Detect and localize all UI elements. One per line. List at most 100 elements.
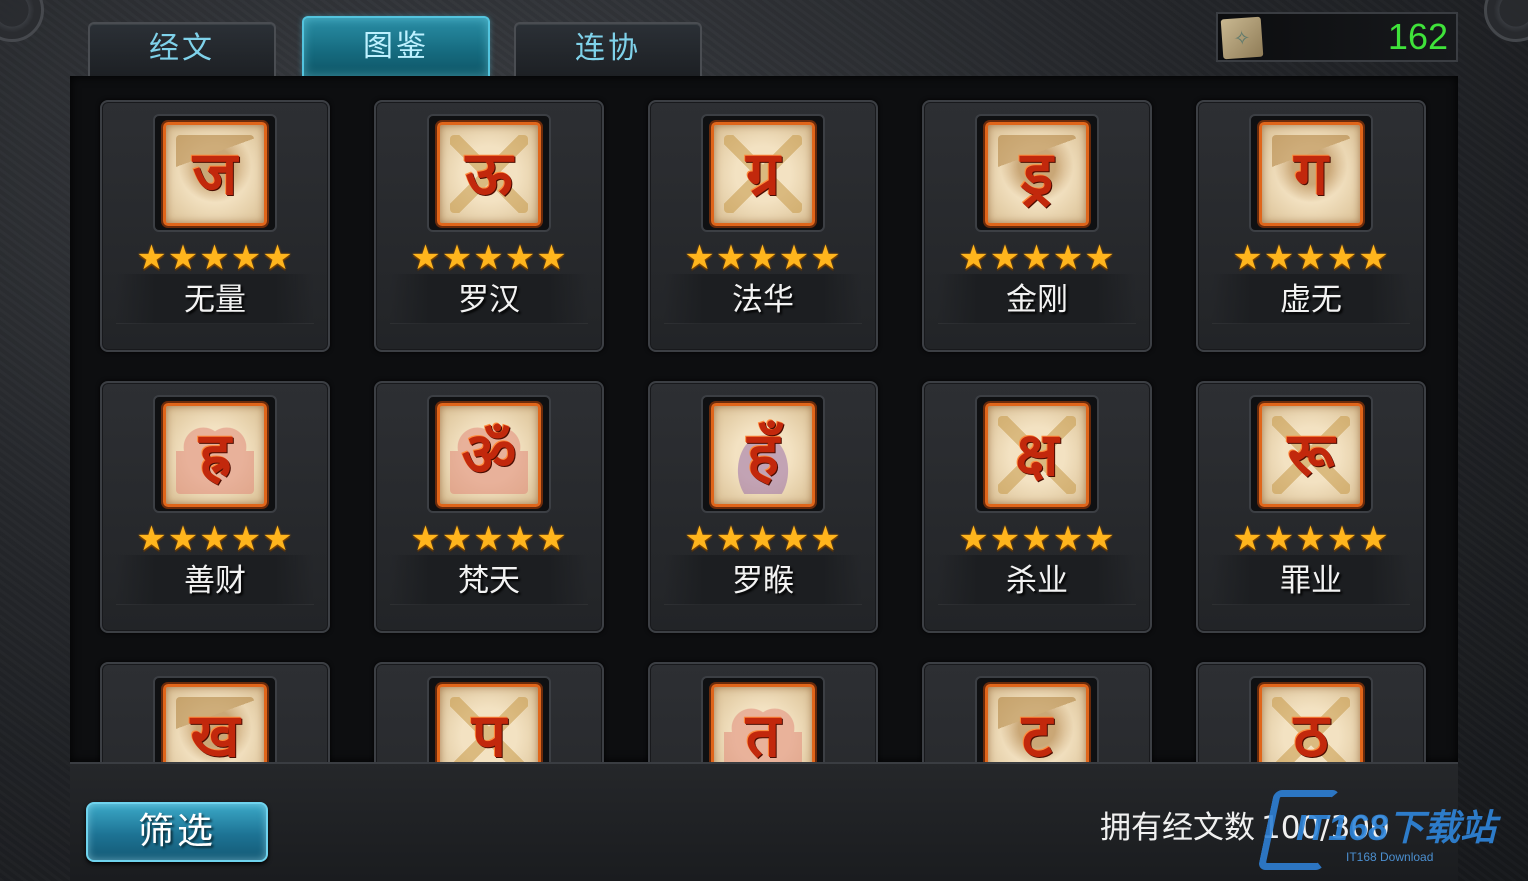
- star-icon: ★: [1232, 238, 1264, 278]
- star-icon: ★: [1084, 519, 1116, 559]
- scripture-card[interactable]: प: [374, 662, 604, 762]
- star-icon: ★: [810, 519, 842, 559]
- star-icon: ★: [262, 238, 294, 278]
- star-icon: ★: [989, 519, 1022, 559]
- watermark-subtext: IT168 Download: [1346, 850, 1434, 864]
- watermark: IT168下载站 IT168 Download: [1257, 790, 1518, 872]
- collection-grid[interactable]: ज ★★★★★ 无量 ऊ ★★★★★ 罗汉 ग्र ★★★★★ 法华 ड्र ★★★★★ 金刚 ग ★★★…: [70, 76, 1458, 762]
- scripture-card[interactable]: ख: [100, 662, 330, 762]
- rune-glyph: क्ष: [1015, 420, 1059, 490]
- star-icon: ★: [989, 238, 1022, 278]
- sanskrit-rune-icon: ग्र: [711, 122, 815, 226]
- star-icon: ★: [684, 519, 716, 559]
- icon-frame: ॐ: [427, 395, 551, 513]
- icon-frame: रू: [1249, 395, 1373, 513]
- star-icon: ★: [473, 519, 505, 559]
- star-icon: ★: [536, 519, 568, 559]
- scripture-name: 无量: [184, 282, 246, 318]
- sanskrit-rune-icon: त: [711, 684, 815, 762]
- rune-glyph: ज: [192, 139, 238, 209]
- star-icon: ★: [230, 238, 263, 278]
- star-icon: ★: [1263, 519, 1296, 559]
- star-icon: ★: [1295, 519, 1327, 559]
- star-rating: ★★★★★: [102, 240, 328, 276]
- star-icon: ★: [715, 519, 748, 559]
- watermark-text: IT168下载站: [1296, 807, 1497, 848]
- scripture-name: 法华: [732, 282, 794, 318]
- sanskrit-rune-icon: ट: [985, 684, 1089, 762]
- star-icon: ★: [1021, 519, 1053, 559]
- tab-collection[interactable]: 图鉴: [302, 16, 490, 76]
- rune-glyph: रू: [1287, 420, 1335, 490]
- star-icon: ★: [1084, 238, 1116, 278]
- game-background: 经文 图鉴 连协 ✧ 162 ज ★★★★★ 无量 ऊ ★★★★★ 罗汉 ग्र ★★★★★ 法…: [0, 0, 1528, 881]
- scripture-card[interactable]: रू ★★★★★ 罪业: [1196, 381, 1426, 633]
- star-icon: ★: [136, 519, 168, 559]
- icon-frame: ऊ: [427, 114, 551, 232]
- scripture-name: 金刚: [1006, 282, 1068, 318]
- rune-glyph: ॐ: [461, 420, 517, 490]
- rune-glyph: ट: [1021, 701, 1053, 762]
- star-rating: ★★★★★: [376, 521, 602, 557]
- scripture-name: 虚无: [1280, 282, 1342, 318]
- rune-glyph: ग: [1294, 139, 1328, 209]
- scripture-card[interactable]: ह्र ★★★★★ 善财: [100, 381, 330, 633]
- rune-glyph: ख: [190, 701, 240, 762]
- star-icon: ★: [230, 519, 263, 559]
- star-icon: ★: [715, 238, 748, 278]
- rune-glyph: ह्र: [199, 420, 231, 490]
- scripture-name: 善财: [184, 563, 246, 599]
- sanskrit-rune-icon: ऊ: [437, 122, 541, 226]
- icon-frame: ग्र: [701, 114, 825, 232]
- scripture-card[interactable]: ड्र ★★★★★ 金刚: [922, 100, 1152, 352]
- scripture-card[interactable]: क्ष ★★★★★ 杀业: [922, 381, 1152, 633]
- star-icon: ★: [441, 519, 474, 559]
- star-icon: ★: [410, 238, 442, 278]
- star-icon: ★: [1232, 519, 1264, 559]
- sanskrit-rune-icon: प: [437, 684, 541, 762]
- scripture-card[interactable]: हँ ★★★★★ 罗睺: [648, 381, 878, 633]
- star-icon: ★: [1295, 238, 1327, 278]
- star-rating: ★★★★★: [924, 521, 1150, 557]
- rune-glyph: प: [471, 701, 507, 762]
- scripture-card[interactable]: ऊ ★★★★★ 罗汉: [374, 100, 604, 352]
- sanskrit-rune-icon: ज: [163, 122, 267, 226]
- star-icon: ★: [958, 238, 990, 278]
- scripture-card[interactable]: त: [648, 662, 878, 762]
- scripture-card[interactable]: ॐ ★★★★★ 梵天: [374, 381, 604, 633]
- owned-label: 拥有经文数: [1100, 810, 1255, 846]
- sanskrit-rune-icon: ख: [163, 684, 267, 762]
- scroll-icon: ✧: [1220, 16, 1264, 60]
- star-icon: ★: [473, 238, 505, 278]
- scripture-card[interactable]: ज ★★★★★ 无量: [100, 100, 330, 352]
- scripture-card[interactable]: ठ: [1196, 662, 1426, 762]
- star-icon: ★: [504, 238, 537, 278]
- sanskrit-rune-icon: ठ: [1259, 684, 1363, 762]
- star-rating: ★★★★★: [650, 521, 876, 557]
- scripture-name: 罗汉: [458, 282, 520, 318]
- tab-scriptures[interactable]: 经文: [88, 22, 276, 76]
- star-rating: ★★★★★: [1198, 521, 1424, 557]
- star-icon: ★: [410, 519, 442, 559]
- star-rating: ★★★★★: [102, 521, 328, 557]
- star-icon: ★: [199, 238, 231, 278]
- icon-frame: हँ: [701, 395, 825, 513]
- star-icon: ★: [167, 519, 200, 559]
- star-icon: ★: [262, 519, 294, 559]
- scripture-card[interactable]: ग ★★★★★ 虚无: [1196, 100, 1426, 352]
- star-icon: ★: [504, 519, 537, 559]
- tab-synergy[interactable]: 连协: [514, 22, 702, 76]
- sanskrit-rune-icon: रू: [1259, 403, 1363, 507]
- star-icon: ★: [747, 519, 779, 559]
- sanskrit-rune-icon: ग: [1259, 122, 1363, 226]
- scripture-name: 罗睺: [732, 563, 794, 599]
- star-icon: ★: [1052, 238, 1085, 278]
- filter-button[interactable]: 筛选: [86, 802, 268, 862]
- scripture-card[interactable]: ट: [922, 662, 1152, 762]
- star-icon: ★: [1052, 519, 1085, 559]
- star-icon: ★: [684, 238, 716, 278]
- star-icon: ★: [136, 238, 168, 278]
- top-right-ornament: [1484, 0, 1528, 42]
- star-rating: ★★★★★: [650, 240, 876, 276]
- scripture-card[interactable]: ग्र ★★★★★ 法华: [648, 100, 878, 352]
